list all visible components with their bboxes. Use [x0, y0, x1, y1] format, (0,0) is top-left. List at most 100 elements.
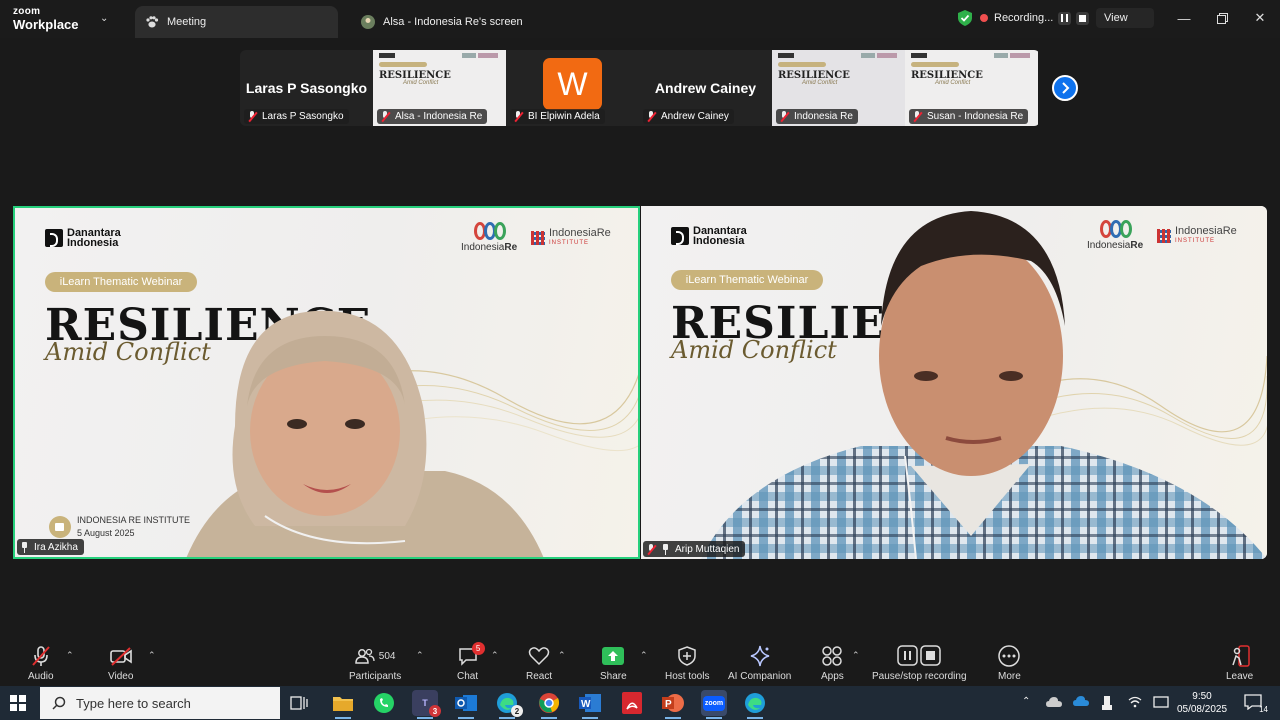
muted-mic-icon [646, 111, 656, 122]
edge-icon-2[interactable] [742, 690, 768, 719]
chevron-down-icon[interactable]: ⌄ [100, 13, 108, 24]
share-button[interactable]: Share [600, 644, 627, 682]
host-tools-button[interactable]: Host tools [665, 644, 709, 682]
participants-options-caret[interactable]: ⌃ [416, 650, 424, 661]
participants-button[interactable]: 504 Participants [349, 644, 401, 682]
wifi-icon[interactable] [1128, 696, 1142, 711]
ai-companion-label: AI Companion [728, 671, 792, 682]
participant-label-text: Laras P Sasongko [262, 111, 344, 122]
powerpoint-icon[interactable]: P [660, 690, 686, 719]
indonesia-re-logo-mini [462, 53, 476, 58]
windows-start-icon[interactable] [10, 695, 26, 711]
edge-badge: 2 [511, 705, 523, 717]
whatsapp-icon[interactable] [371, 690, 397, 716]
react-button[interactable]: React [526, 644, 552, 682]
webinar-date: 5 August 2025 [77, 528, 135, 538]
notification-icon[interactable]: 14 [1244, 694, 1268, 714]
participant-tile[interactable]: W BI Elpiwin Adela [506, 50, 639, 126]
word-icon[interactable]: W [577, 690, 603, 719]
participants-icon [355, 648, 375, 664]
ai-companion-button[interactable]: AI Companion [728, 644, 791, 682]
participant-name-tag: Ira Azikha [17, 539, 84, 555]
audio-button[interactable]: Audio [28, 644, 54, 682]
leave-button[interactable]: Leave [1226, 644, 1253, 682]
svg-text:P: P [665, 699, 672, 710]
institute-logo-mini [478, 53, 498, 58]
danantara-mark-icon [45, 229, 63, 247]
danantara-logo-mini [379, 53, 395, 58]
zoom-taskbar-label: zoom [702, 695, 726, 711]
tab-shared-screen[interactable]: Alsa - Indonesia Re's screen [355, 6, 555, 38]
chat-button[interactable]: 5 Chat [457, 642, 485, 682]
participant-name-tag: Arip Muttaqien [643, 541, 746, 557]
participant-tile[interactable]: Andrew Cainey Andrew Cainey [639, 50, 772, 126]
video-button[interactable]: Video [108, 644, 133, 682]
participant-tile[interactable]: Laras P Sasongko Laras P Sasongko [240, 50, 373, 126]
notification-count: 14 [1259, 705, 1268, 714]
share-screen-icon [602, 647, 625, 665]
indonesia-re-logo-mini [861, 53, 875, 58]
pause-recording-button[interactable] [1058, 11, 1072, 25]
meeting-toolbar: Audio ⌃ Video ⌃ 504 Participants ⌃ 5 Cha… [0, 640, 1280, 686]
react-options-caret[interactable]: ⌃ [558, 650, 566, 661]
apps-button[interactable]: Apps [821, 644, 844, 682]
video-options-caret[interactable]: ⌃ [148, 650, 156, 661]
view-button[interactable]: View [1096, 8, 1154, 28]
teams-icon[interactable]: T3 [412, 690, 441, 719]
participant-label: Indonesia Re [776, 109, 858, 124]
more-label: More [998, 671, 1021, 682]
danantara-logo: Danantara Indonesia [45, 228, 121, 249]
restore-icon[interactable] [1212, 8, 1232, 28]
participant-tile[interactable]: RESILIENCE Amid Conflict Alsa - Indonesi… [373, 50, 506, 126]
pin-icon [20, 541, 29, 553]
gallery-next-button[interactable] [1052, 75, 1078, 101]
zoom-logo[interactable]: zoom Workplace [13, 7, 79, 32]
share-options-caret[interactable]: ⌃ [640, 650, 648, 661]
audio-options-caret[interactable]: ⌃ [66, 650, 74, 661]
apps-options-caret[interactable]: ⌃ [852, 650, 860, 661]
chrome-icon[interactable] [536, 690, 562, 719]
participant-tile[interactable]: RESILIENCE Amid Conflict Indonesia Re [772, 50, 905, 126]
pdf-reader-icon[interactable] [619, 690, 645, 716]
danantara-logo-mini [911, 53, 927, 58]
video-off-icon [109, 647, 132, 666]
minimize-icon[interactable]: — [1174, 8, 1194, 28]
search-icon [52, 696, 66, 710]
edge-icon[interactable]: 2 [494, 690, 523, 719]
grid-icon [531, 231, 545, 245]
avatar-icon [361, 15, 375, 29]
display-icon[interactable] [1153, 696, 1169, 711]
zoom-taskbar-icon[interactable]: zoom [701, 690, 727, 719]
stop-recording-button[interactable] [1076, 11, 1090, 25]
shield-check-icon [958, 10, 972, 26]
more-icon [998, 645, 1021, 667]
task-view-icon[interactable] [286, 690, 312, 716]
slide-subtitle-mini: Amid Conflict [935, 80, 971, 86]
more-button[interactable]: More [998, 644, 1021, 682]
close-icon[interactable]: ✕ [1250, 8, 1270, 28]
usb-icon[interactable] [1102, 696, 1112, 713]
tray-chevron-up-icon[interactable]: ⌃ [1022, 696, 1030, 707]
participants-count: 504 [378, 650, 396, 662]
participant-name: Ira Azikha [34, 541, 78, 553]
onedrive-icon[interactable] [1073, 696, 1089, 709]
file-explorer-icon[interactable] [330, 690, 356, 719]
video-tile-active-speaker[interactable]: Danantara Indonesia IndonesiaRe Indonesia… [13, 206, 640, 559]
participant-label-text: Alsa - Indonesia Re [395, 111, 483, 122]
tab-meeting[interactable]: Meeting [135, 6, 338, 38]
search-placeholder: Type here to search [76, 695, 191, 711]
pause-stop-recording-button[interactable]: Pause/stop recording [872, 644, 967, 682]
taskbar-clock[interactable]: 9:50 05/08/2025 [1172, 690, 1232, 716]
leave-icon [1231, 645, 1250, 667]
chat-options-caret[interactable]: ⌃ [491, 650, 499, 661]
chat-label: Chat [457, 671, 479, 682]
taskbar-search-input[interactable]: Type here to search [40, 687, 280, 719]
network-cloud-icon[interactable] [1046, 696, 1062, 711]
muted-mic-icon [32, 646, 50, 666]
slide-pill-mini [379, 62, 427, 67]
recording-indicator: Recording... [958, 6, 1090, 30]
pin-icon [661, 543, 670, 555]
participant-tile[interactable]: RESILIENCE Amid Conflict Susan - Indones… [905, 50, 1038, 126]
video-tile[interactable]: Danantara Indonesia IndonesiaRe Indonesia… [641, 206, 1267, 559]
outlook-icon[interactable] [453, 690, 479, 719]
